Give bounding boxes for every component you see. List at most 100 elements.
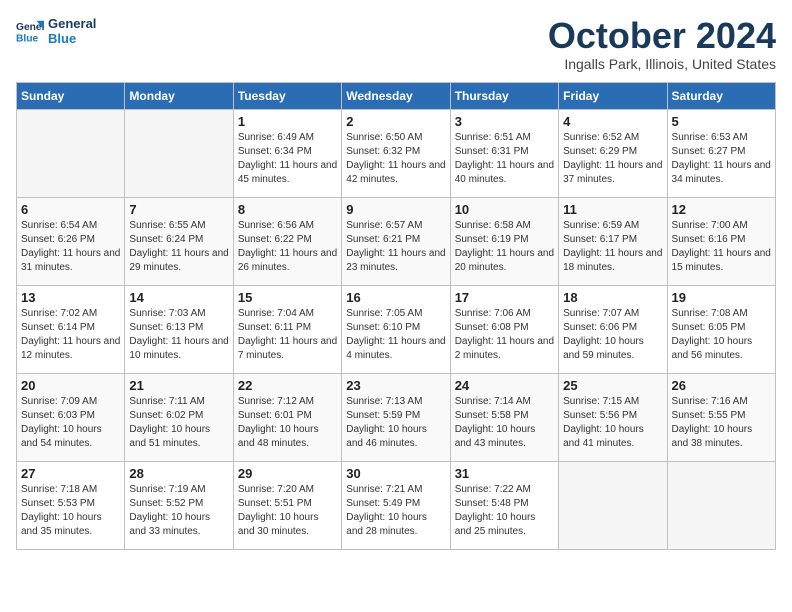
day-info: Sunrise: 7:05 AMSunset: 6:10 PMDaylight:… — [346, 307, 445, 363]
day-number: 18 — [563, 290, 662, 305]
day-info: Sunrise: 7:02 AMSunset: 6:14 PMDaylight:… — [21, 307, 120, 363]
day-number: 21 — [129, 378, 228, 393]
calendar-cell: 8 Sunrise: 6:56 AMSunset: 6:22 PMDaylight… — [233, 197, 341, 285]
calendar-cell: 11 Sunrise: 6:59 AMSunset: 6:17 PMDayligh… — [559, 197, 667, 285]
calendar-week-row: 1 Sunrise: 6:49 AMSunset: 6:34 PMDaylight… — [17, 109, 776, 197]
calendar-cell: 22 Sunrise: 7:12 AMSunset: 6:01 PMDayligh… — [233, 373, 341, 461]
calendar-cell: 19 Sunrise: 7:08 AMSunset: 6:05 PMDayligh… — [667, 285, 775, 373]
day-info: Sunrise: 6:56 AMSunset: 6:22 PMDaylight:… — [238, 219, 337, 275]
calendar-cell: 18 Sunrise: 7:07 AMSunset: 6:06 PMDayligh… — [559, 285, 667, 373]
calendar-cell: 4 Sunrise: 6:52 AMSunset: 6:29 PMDaylight… — [559, 109, 667, 197]
weekday-header: Thursday — [450, 82, 558, 109]
calendar-cell: 27 Sunrise: 7:18 AMSunset: 5:53 PMDayligh… — [17, 461, 125, 549]
day-info: Sunrise: 7:08 AMSunset: 6:05 PMDaylight:… — [672, 307, 771, 363]
calendar-table: SundayMondayTuesdayWednesdayThursdayFrid… — [16, 82, 776, 550]
day-number: 24 — [455, 378, 554, 393]
day-info: Sunrise: 6:59 AMSunset: 6:17 PMDaylight:… — [563, 219, 662, 275]
calendar-cell: 31 Sunrise: 7:22 AMSunset: 5:48 PMDayligh… — [450, 461, 558, 549]
day-info: Sunrise: 7:22 AMSunset: 5:48 PMDaylight:… — [455, 483, 554, 539]
location-title: Ingalls Park, Illinois, United States — [548, 56, 776, 72]
day-info: Sunrise: 6:57 AMSunset: 6:21 PMDaylight:… — [346, 219, 445, 275]
day-number: 11 — [563, 202, 662, 217]
calendar-cell: 12Sunrise: 7:00 AMSunset: 6:16 PMDayligh… — [667, 197, 775, 285]
calendar-cell: 3 Sunrise: 6:51 AMSunset: 6:31 PMDaylight… — [450, 109, 558, 197]
calendar-cell: 21Sunrise: 7:11 AMSunset: 6:02 PMDayligh… — [125, 373, 233, 461]
logo: General Blue General Blue — [16, 16, 96, 46]
day-number: 17 — [455, 290, 554, 305]
day-number: 4 — [563, 114, 662, 129]
calendar-week-row: 13 Sunrise: 7:02 AMSunset: 6:14 PMDayligh… — [17, 285, 776, 373]
logo-general: General — [48, 16, 96, 31]
day-number: 31 — [455, 466, 554, 481]
calendar-cell: 1 Sunrise: 6:49 AMSunset: 6:34 PMDaylight… — [233, 109, 341, 197]
title-block: October 2024 Ingalls Park, Illinois, Uni… — [548, 16, 776, 72]
day-number: 16 — [346, 290, 445, 305]
calendar-cell: 9Sunrise: 6:57 AMSunset: 6:21 PMDaylight… — [342, 197, 450, 285]
logo-icon: General Blue — [16, 17, 44, 45]
day-info: Sunrise: 7:06 AMSunset: 6:08 PMDaylight:… — [455, 307, 554, 363]
day-info: Sunrise: 6:52 AMSunset: 6:29 PMDaylight:… — [563, 131, 662, 187]
day-number: 26 — [672, 378, 771, 393]
day-number: 13 — [21, 290, 120, 305]
weekday-header: Saturday — [667, 82, 775, 109]
day-number: 7 — [129, 202, 228, 217]
calendar-cell — [125, 109, 233, 197]
calendar-cell: 29 Sunrise: 7:20 AMSunset: 5:51 PMDayligh… — [233, 461, 341, 549]
day-number: 12 — [672, 202, 771, 217]
month-title: October 2024 — [548, 16, 776, 56]
day-number: 1 — [238, 114, 337, 129]
day-number: 25 — [563, 378, 662, 393]
calendar-cell — [667, 461, 775, 549]
calendar-cell: 6Sunrise: 6:54 AMSunset: 6:26 PMDaylight… — [17, 197, 125, 285]
day-info: Sunrise: 6:54 AMSunset: 6:26 PMDaylight:… — [21, 219, 120, 275]
day-info: Sunrise: 7:12 AMSunset: 6:01 PMDaylight:… — [238, 395, 337, 451]
day-info: Sunrise: 7:13 AMSunset: 5:59 PMDaylight:… — [346, 395, 445, 451]
calendar-cell: 16 Sunrise: 7:05 AMSunset: 6:10 PMDayligh… — [342, 285, 450, 373]
calendar-cell: 10 Sunrise: 6:58 AMSunset: 6:19 PMDayligh… — [450, 197, 558, 285]
weekday-header: Sunday — [17, 82, 125, 109]
day-number: 29 — [238, 466, 337, 481]
day-info: Sunrise: 6:53 AMSunset: 6:27 PMDaylight:… — [672, 131, 771, 187]
calendar-cell: 24Sunrise: 7:14 AMSunset: 5:58 PMDayligh… — [450, 373, 558, 461]
calendar-cell: 5 Sunrise: 6:53 AMSunset: 6:27 PMDaylight… — [667, 109, 775, 197]
day-info: Sunrise: 6:50 AMSunset: 6:32 PMDaylight:… — [346, 131, 445, 187]
calendar-cell: 2 Sunrise: 6:50 AMSunset: 6:32 PMDaylight… — [342, 109, 450, 197]
calendar-cell: 13 Sunrise: 7:02 AMSunset: 6:14 PMDayligh… — [17, 285, 125, 373]
day-number: 27 — [21, 466, 120, 481]
calendar-cell — [559, 461, 667, 549]
calendar-cell: 26 Sunrise: 7:16 AMSunset: 5:55 PMDayligh… — [667, 373, 775, 461]
calendar-body: 1 Sunrise: 6:49 AMSunset: 6:34 PMDaylight… — [17, 109, 776, 549]
logo-blue: Blue — [48, 31, 96, 46]
day-number: 22 — [238, 378, 337, 393]
day-info: Sunrise: 7:16 AMSunset: 5:55 PMDaylight:… — [672, 395, 771, 451]
day-number: 19 — [672, 290, 771, 305]
day-info: Sunrise: 7:03 AMSunset: 6:13 PMDaylight:… — [129, 307, 228, 363]
calendar-cell: 7Sunrise: 6:55 AMSunset: 6:24 PMDaylight… — [125, 197, 233, 285]
day-number: 5 — [672, 114, 771, 129]
day-number: 14 — [129, 290, 228, 305]
day-number: 28 — [129, 466, 228, 481]
calendar-week-row: 6Sunrise: 6:54 AMSunset: 6:26 PMDaylight… — [17, 197, 776, 285]
day-info: Sunrise: 7:18 AMSunset: 5:53 PMDaylight:… — [21, 483, 120, 539]
calendar-week-row: 27 Sunrise: 7:18 AMSunset: 5:53 PMDayligh… — [17, 461, 776, 549]
day-number: 3 — [455, 114, 554, 129]
calendar-cell: 28 Sunrise: 7:19 AMSunset: 5:52 PMDayligh… — [125, 461, 233, 549]
day-number: 15 — [238, 290, 337, 305]
day-number: 23 — [346, 378, 445, 393]
day-info: Sunrise: 7:04 AMSunset: 6:11 PMDaylight:… — [238, 307, 337, 363]
day-info: Sunrise: 6:51 AMSunset: 6:31 PMDaylight:… — [455, 131, 554, 187]
day-info: Sunrise: 6:49 AMSunset: 6:34 PMDaylight:… — [238, 131, 337, 187]
day-info: Sunrise: 6:58 AMSunset: 6:19 PMDaylight:… — [455, 219, 554, 275]
weekday-header: Friday — [559, 82, 667, 109]
day-number: 2 — [346, 114, 445, 129]
day-number: 10 — [455, 202, 554, 217]
weekday-header: Wednesday — [342, 82, 450, 109]
calendar-cell: 23 Sunrise: 7:13 AMSunset: 5:59 PMDayligh… — [342, 373, 450, 461]
calendar-cell — [17, 109, 125, 197]
day-number: 8 — [238, 202, 337, 217]
day-info: Sunrise: 7:09 AMSunset: 6:03 PMDaylight:… — [21, 395, 120, 451]
calendar-week-row: 20Sunrise: 7:09 AMSunset: 6:03 PMDayligh… — [17, 373, 776, 461]
day-info: Sunrise: 7:19 AMSunset: 5:52 PMDaylight:… — [129, 483, 228, 539]
day-info: Sunrise: 7:20 AMSunset: 5:51 PMDaylight:… — [238, 483, 337, 539]
day-info: Sunrise: 7:07 AMSunset: 6:06 PMDaylight:… — [563, 307, 662, 363]
